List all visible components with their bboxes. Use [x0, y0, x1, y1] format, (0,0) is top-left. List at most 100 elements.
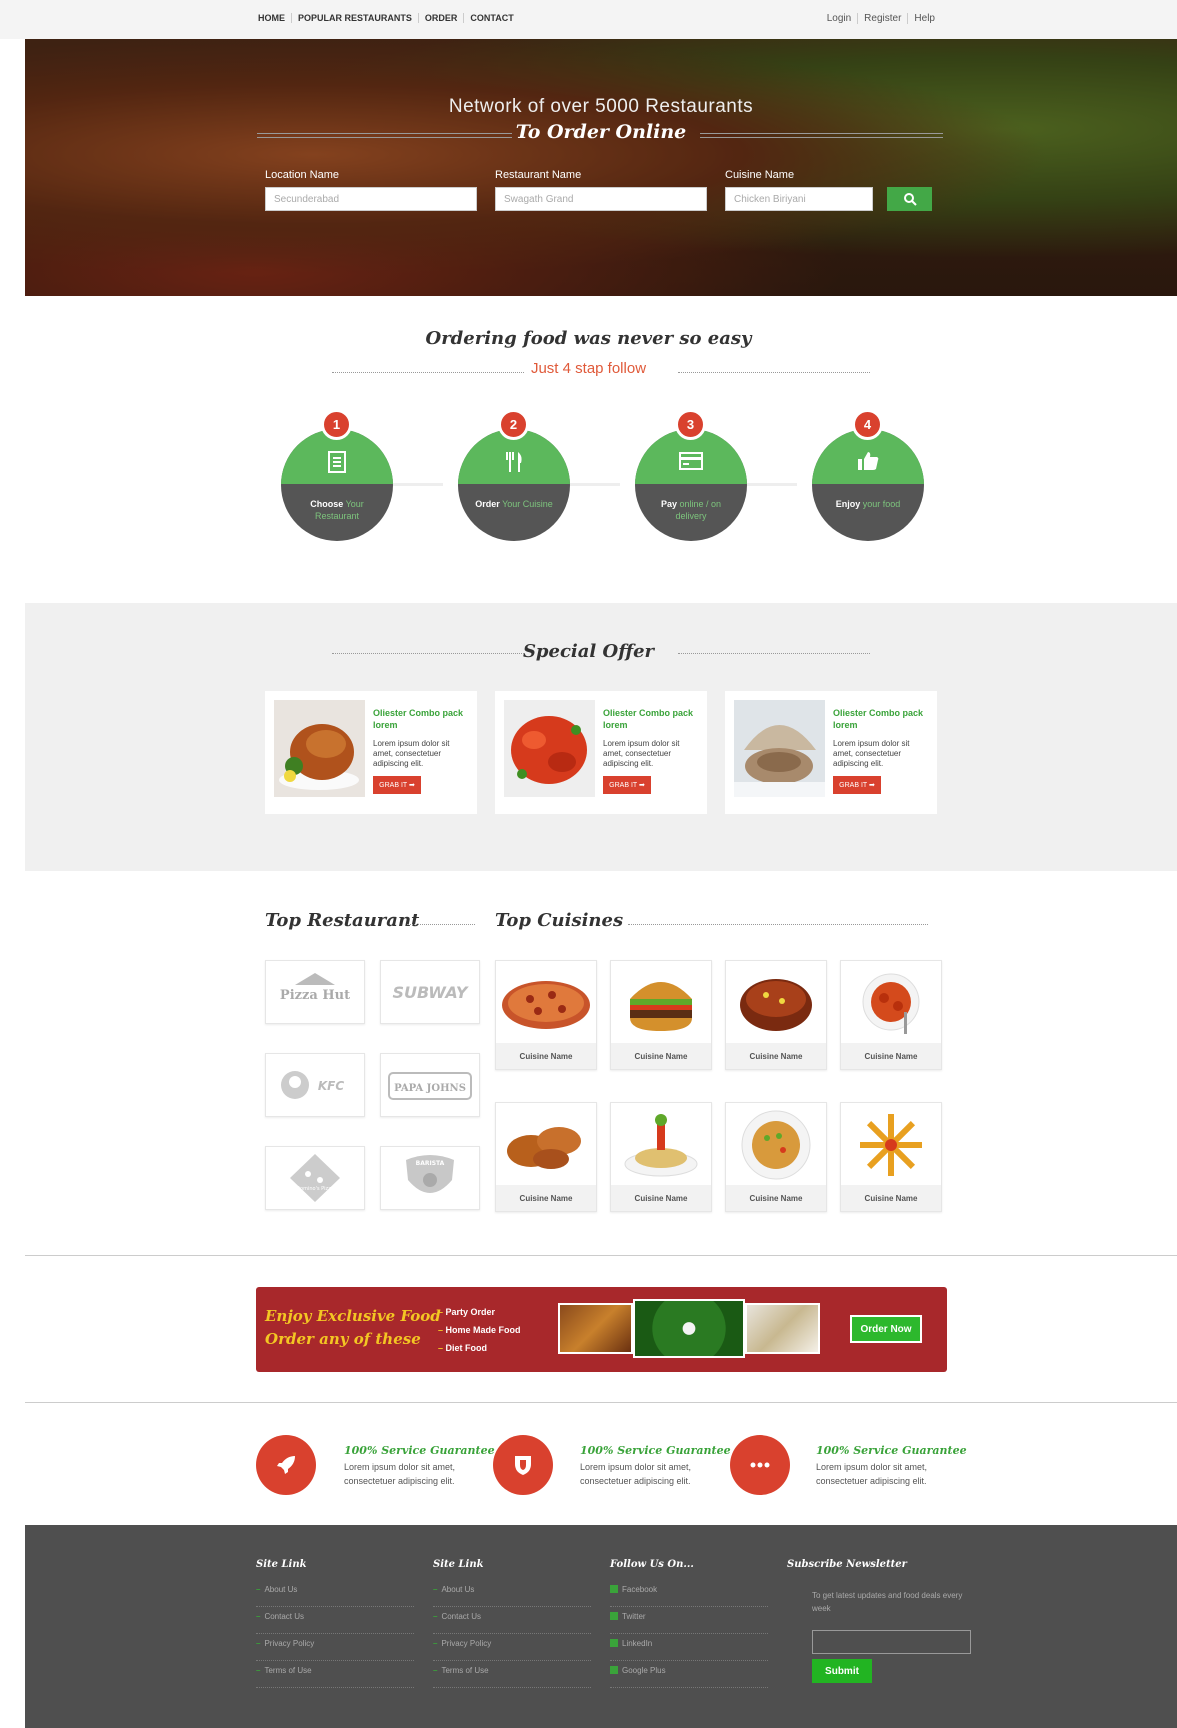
- footer-heading: Follow Us On...: [610, 1559, 694, 1570]
- footer-link-privacy[interactable]: – Privacy Policy: [433, 1634, 591, 1661]
- search-button[interactable]: [887, 187, 932, 211]
- step-arrow: [747, 483, 797, 486]
- footer-link-contact[interactable]: – Contact Us: [256, 1607, 414, 1634]
- credit-card-icon: [679, 452, 703, 470]
- footer-heading: Subscribe Newsletter: [787, 1559, 907, 1570]
- offer-image-roast-chicken: [274, 700, 365, 797]
- top-restaurant-title: Top Restaurant: [265, 910, 420, 931]
- banner-headline: Enjoy Exclusive Food Order any of these: [265, 1307, 441, 1348]
- cuisine-card[interactable]: Cuisine Name: [610, 1102, 712, 1212]
- cuisine-input[interactable]: [725, 187, 873, 211]
- step-number: 2: [498, 409, 529, 440]
- restaurant-logo-dominos[interactable]: Domino's Pizza: [265, 1146, 365, 1210]
- nav-home[interactable]: HOME: [258, 13, 292, 23]
- login-link[interactable]: Login: [821, 13, 859, 24]
- nav-popular-restaurants[interactable]: POPULAR RESTAURANTS: [292, 13, 419, 23]
- footer-site-links-2: Site Link – About Us – Contact Us – Privacy…: [433, 1559, 593, 1688]
- steps-divider-right: [678, 372, 870, 373]
- step-arrow: [393, 483, 443, 486]
- restaurant-logo-kfc[interactable]: KFC: [265, 1053, 365, 1117]
- search-icon: [903, 193, 917, 206]
- footer-link-terms[interactable]: – Terms of Use: [433, 1661, 591, 1688]
- step-number: 1: [321, 409, 352, 440]
- footer-follow-us: Follow Us On... Facebook Twitter LinkedI…: [610, 1559, 770, 1688]
- offer-image-crabs: [504, 700, 595, 797]
- twitter-icon: [610, 1612, 618, 1620]
- cuisine-card[interactable]: Cuisine Name: [840, 1102, 942, 1212]
- step-circle: [812, 429, 924, 541]
- cuisine-card[interactable]: Cuisine Name: [495, 960, 597, 1070]
- cuisine-card[interactable]: Cuisine Name: [725, 960, 827, 1070]
- footer-link-about[interactable]: – About Us: [256, 1580, 414, 1607]
- footer-link-linkedin[interactable]: LinkedIn: [610, 1634, 768, 1661]
- restaurant-logo-barista[interactable]: BARISTA: [380, 1146, 480, 1210]
- restaurant-logo-subway[interactable]: SUBWAY: [380, 960, 480, 1024]
- step-circle: [635, 429, 747, 541]
- footer-link-about[interactable]: – About Us: [433, 1580, 591, 1607]
- grab-it-button[interactable]: GRAB IT ➡: [373, 776, 421, 794]
- svg-text:PAPA JOHNS: PAPA JOHNS: [394, 1083, 466, 1094]
- step-text: Enjoy your food: [835, 499, 901, 509]
- cuisine-card[interactable]: Cuisine Name: [495, 1102, 597, 1212]
- nav-order[interactable]: ORDER: [419, 13, 465, 23]
- help-link[interactable]: Help: [908, 13, 935, 24]
- restaurant-logo-papa-johns[interactable]: PAPA JOHNS: [380, 1053, 480, 1117]
- hero-subheadline: To Order Online: [515, 121, 687, 143]
- footer-link-facebook[interactable]: Facebook: [610, 1580, 768, 1607]
- cuisine-image-fried-rice: [726, 1103, 826, 1186]
- footer-link-google-plus[interactable]: Google Plus: [610, 1661, 768, 1688]
- cutlery-icon: [506, 452, 522, 472]
- guarantee-desc: Lorem ipsum dolor sit amet, consectetuer …: [344, 1462, 456, 1486]
- cuisine-image-curry: [841, 961, 941, 1044]
- offer-divider-left: [332, 653, 524, 654]
- grab-it-button[interactable]: GRAB IT ➡: [833, 776, 881, 794]
- top-nav: HOME POPULAR RESTAURANTS ORDER CONTACT L…: [0, 0, 1177, 39]
- restaurant-logo-pizza-hut[interactable]: Pizza Hut: [265, 960, 365, 1024]
- footer-link-contact[interactable]: – Contact Us: [433, 1607, 591, 1634]
- step-choose: Choose Your Restaurant 1: [281, 409, 393, 541]
- steps-subtitle: Just 4 stap follow: [530, 360, 647, 377]
- newsletter-submit-button[interactable]: Submit: [812, 1659, 872, 1683]
- footer-link-twitter[interactable]: Twitter: [610, 1607, 768, 1634]
- google-plus-icon: [610, 1666, 618, 1674]
- newsletter-email-input[interactable]: [812, 1630, 971, 1654]
- cuisine-name: Cuisine Name: [496, 1043, 596, 1069]
- offer-desc: Lorem ipsum dolor sit amet, consectetuer…: [603, 739, 680, 768]
- guarantee-title: 100% Service Guarantee: [816, 1444, 967, 1457]
- cuisine-name: Cuisine Name: [726, 1043, 826, 1069]
- offer-title: Oliester Combo pack lorem: [603, 708, 694, 730]
- location-input[interactable]: [265, 187, 477, 211]
- step-text: Order Your Cuisine: [475, 499, 553, 509]
- cuisine-image-cake: [726, 961, 826, 1044]
- hero-overlay: [25, 39, 1177, 296]
- step-circle: [458, 429, 570, 541]
- footer-link-terms[interactable]: – Terms of Use: [256, 1661, 414, 1688]
- step-text: Pay online / on delivery: [660, 499, 722, 521]
- footer-heading: Site Link: [256, 1559, 307, 1570]
- restaurant-input[interactable]: [495, 187, 707, 211]
- offer-divider-right: [678, 653, 870, 654]
- hero-banner: Network of over 5000 Restaurants To Orde…: [25, 39, 1177, 296]
- cuisine-label: Cuisine Name: [725, 169, 795, 181]
- grab-it-button[interactable]: GRAB IT ➡: [603, 776, 651, 794]
- footer-link-privacy[interactable]: – Privacy Policy: [256, 1634, 414, 1661]
- offer-card: Oliester Combo pack lorem Lorem ipsum do…: [725, 691, 937, 814]
- cuisine-name: Cuisine Name: [726, 1185, 826, 1211]
- step-pay: Pay online / on delivery 3: [635, 409, 747, 541]
- svg-text:KFC: KFC: [318, 1079, 344, 1093]
- banner-photo-1: [558, 1303, 633, 1354]
- svg-text:BARISTA: BARISTA: [416, 1160, 445, 1167]
- cuisine-card[interactable]: Cuisine Name: [610, 960, 712, 1070]
- steps-title: Ordering food was never so easy: [425, 328, 752, 349]
- cuisine-card[interactable]: Cuisine Name: [725, 1102, 827, 1212]
- nav-contact[interactable]: CONTACT: [464, 13, 519, 23]
- svg-text:SUBWAY: SUBWAY: [392, 983, 468, 1002]
- order-now-button[interactable]: Order Now: [850, 1315, 922, 1343]
- cuisine-name: Cuisine Name: [611, 1043, 711, 1069]
- cuisine-card[interactable]: Cuisine Name: [840, 960, 942, 1070]
- register-link[interactable]: Register: [858, 13, 909, 24]
- offer-desc: Lorem ipsum dolor sit amet, consectetuer…: [373, 739, 450, 768]
- menu-icon: [328, 451, 346, 473]
- step-circle: [281, 429, 393, 541]
- step-enjoy: Enjoy your food 4: [812, 409, 924, 541]
